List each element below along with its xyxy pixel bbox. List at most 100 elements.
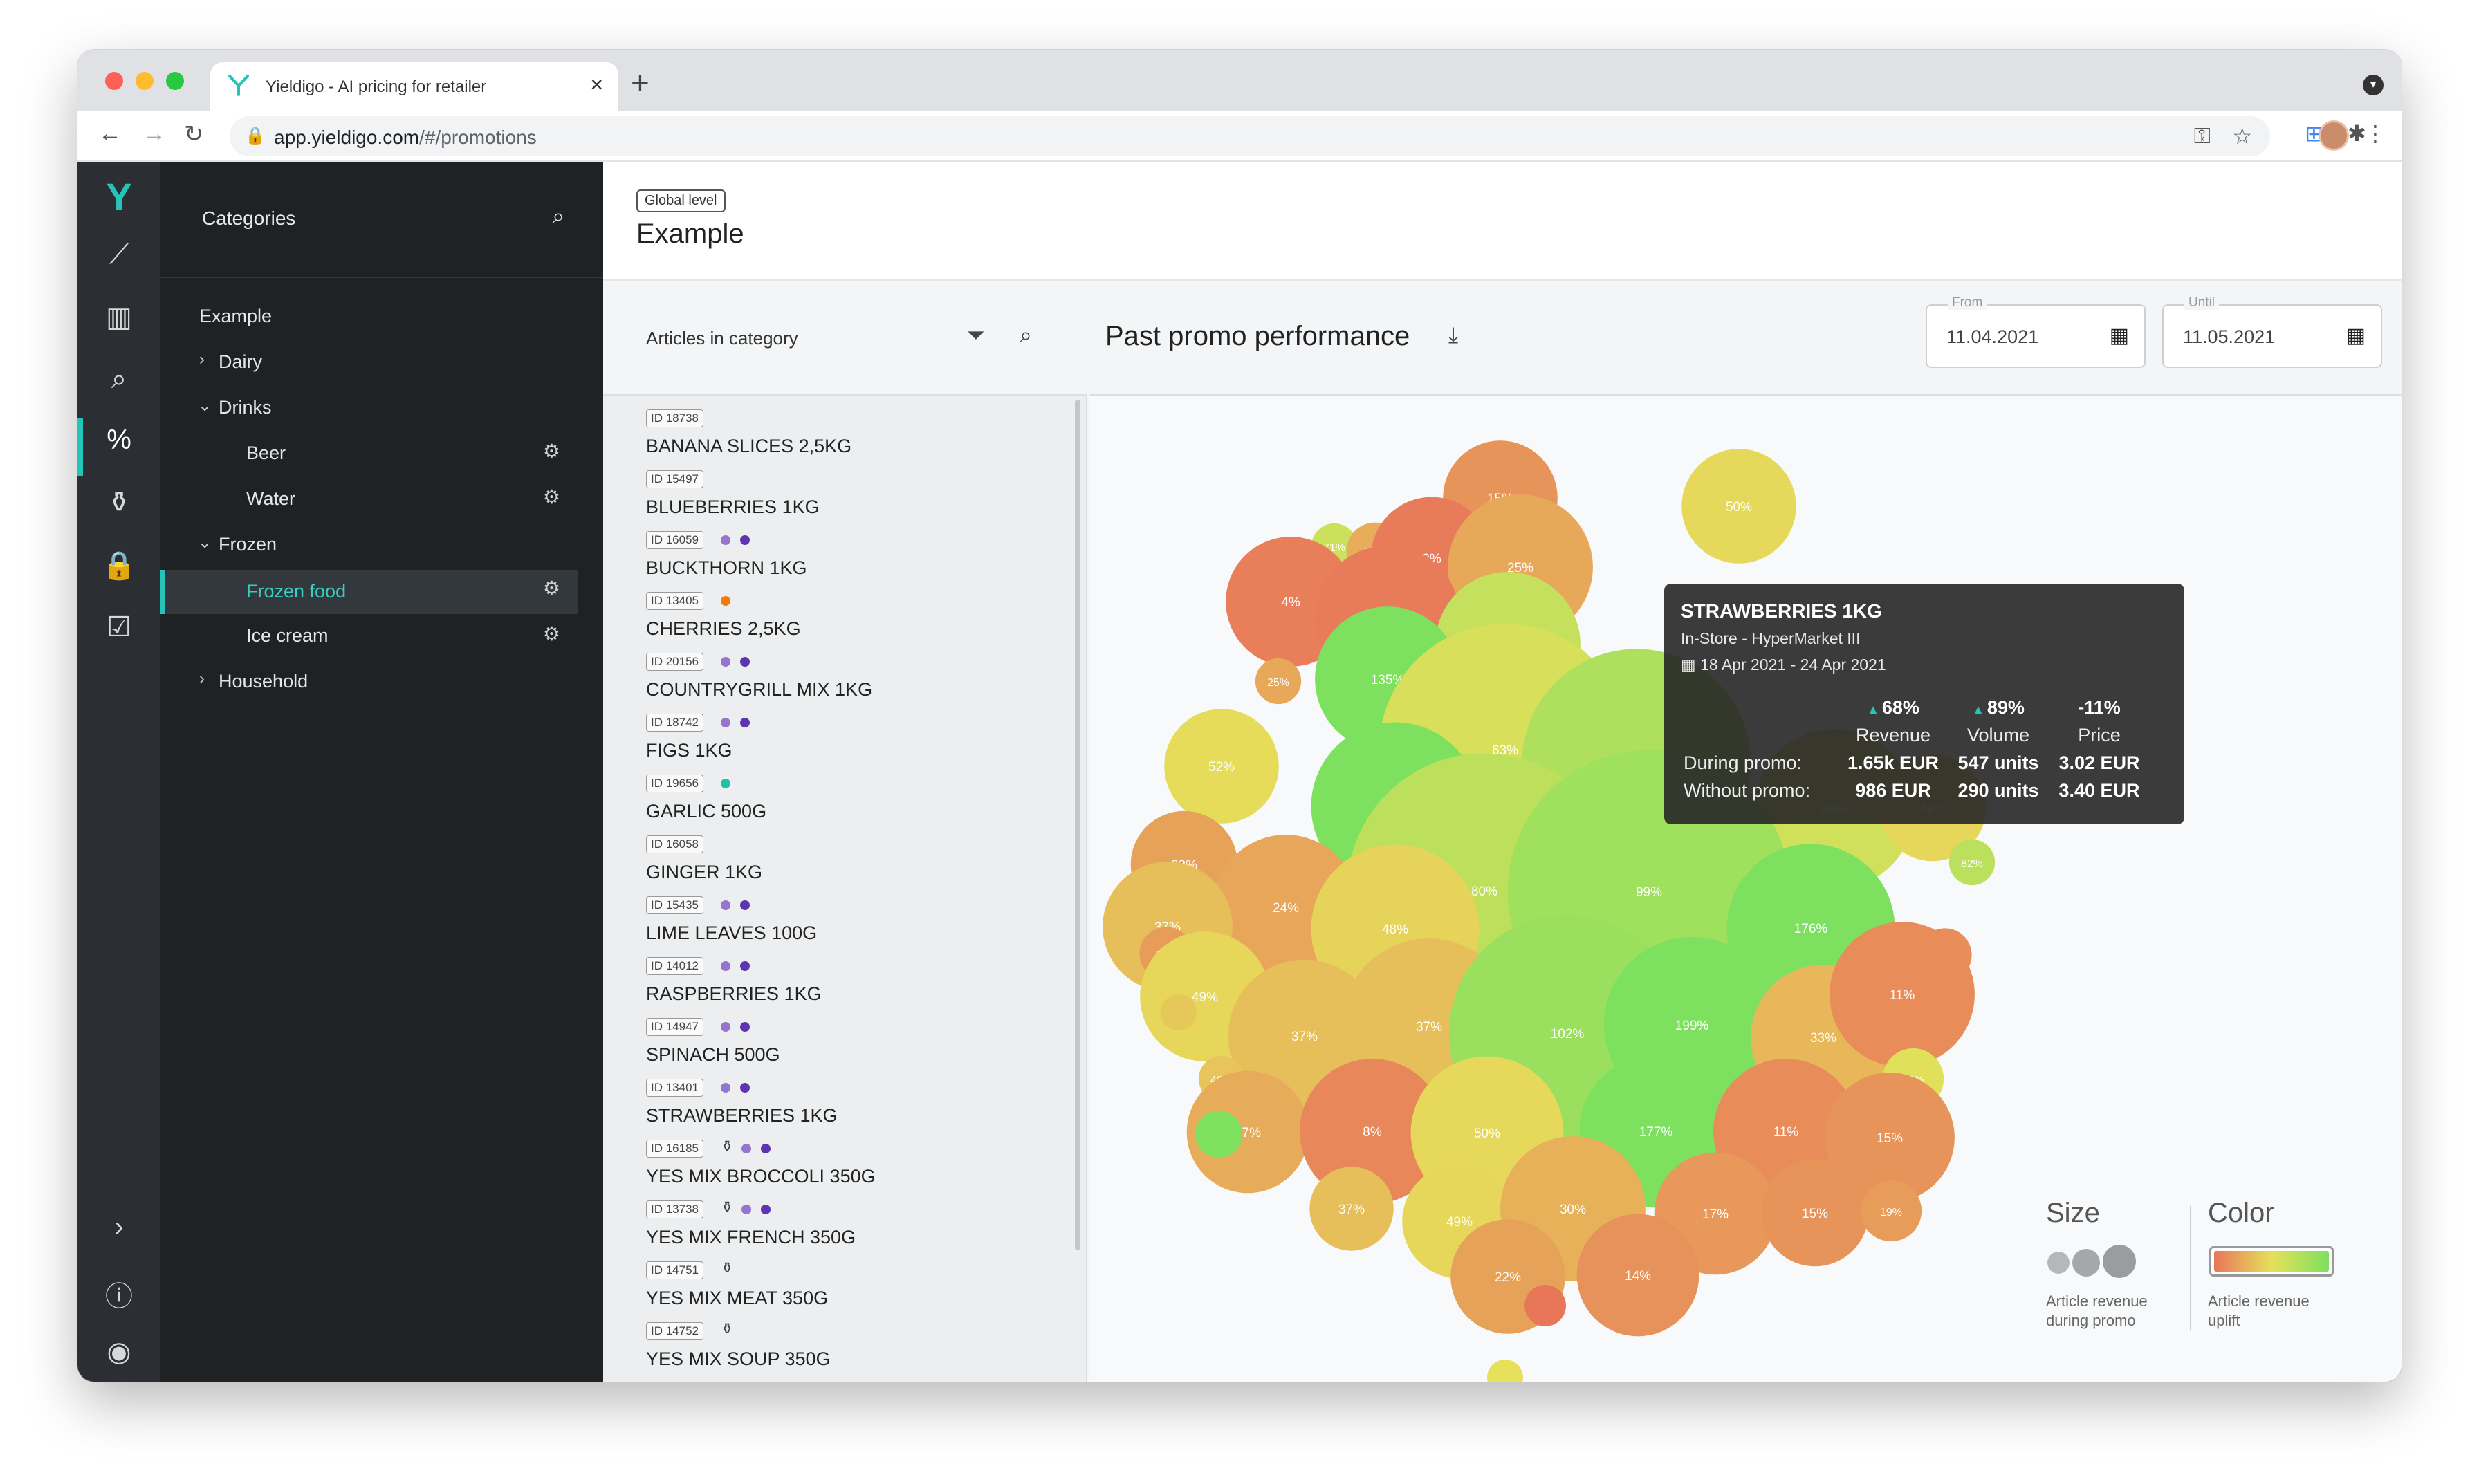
category-frozen[interactable]: Frozen: [219, 534, 277, 555]
category-ice-cream[interactable]: Ice cream: [246, 625, 329, 647]
marker-dot: [740, 1022, 750, 1032]
article-row[interactable]: ID 14751 ⚱ YES MIX MEAT 350G: [646, 1259, 1061, 1322]
from-date-field[interactable]: From 11.04.2021 ▦: [1926, 295, 2146, 368]
calendar-icon[interactable]: ▦: [2346, 324, 2366, 348]
report-search-icon[interactable]: ⌕: [77, 364, 160, 395]
bookmark-star-icon[interactable]: ☆: [2232, 123, 2252, 149]
level-badge: Global level: [636, 189, 726, 212]
bubble-label: 24%: [1273, 901, 1299, 916]
back-icon[interactable]: ←: [98, 120, 122, 147]
bubble[interactable]: 15%: [1761, 1159, 1869, 1267]
category-beer[interactable]: Beer: [246, 443, 286, 464]
article-row[interactable]: ID 19656 GARLIC 500G: [646, 775, 1061, 835]
category-water[interactable]: Water: [246, 488, 295, 510]
article-row[interactable]: ID 16059 BUCKTHORN 1KG: [646, 531, 1061, 592]
article-row[interactable]: ID 20156 COUNTRYGRILL MIX 1KG: [646, 653, 1061, 714]
clipboard-check-icon[interactable]: ☑: [77, 611, 160, 643]
account-icon[interactable]: ◉: [77, 1336, 160, 1368]
key-icon[interactable]: ⚿: [2194, 123, 2211, 149]
promo-percent-icon[interactable]: %: [77, 425, 160, 456]
bubble[interactable]: 25%: [1255, 658, 1302, 705]
article-row[interactable]: ID 13738 ⚱ YES MIX FRENCH 350G: [646, 1198, 1061, 1261]
article-row[interactable]: ID 14012 RASPBERRIES 1KG: [646, 957, 1061, 1018]
article-row[interactable]: ID 13401 STRAWBERRIES 1KG: [646, 1079, 1061, 1140]
bubble-label: 48%: [1382, 922, 1408, 937]
bubble-circle[interactable]: [1524, 1285, 1566, 1326]
article-row[interactable]: ID 15435 LIME LEAVES 100G: [646, 896, 1061, 957]
bubble[interactable]: 14%: [1576, 1214, 1699, 1337]
products-icon[interactable]: ⚱: [77, 487, 160, 519]
bubble-circle[interactable]: [1195, 1111, 1242, 1158]
download-icon[interactable]: ⤓: [1448, 322, 1458, 349]
chevron-down-icon[interactable]: ⌄: [198, 532, 212, 553]
bubble[interactable]: 19%: [1860, 1180, 1922, 1242]
search-icon[interactable]: ⌕: [552, 203, 564, 230]
search-icon[interactable]: ⌕: [1020, 322, 1032, 349]
chevron-right-icon[interactable]: ›: [199, 669, 205, 689]
extensions-icon[interactable]: ✱: [2348, 120, 2366, 147]
article-row[interactable]: ID 16058 GINGER 1KG: [646, 835, 1061, 896]
browser-tab[interactable]: Yieldigo - AI pricing for retailer ×: [210, 62, 618, 111]
articles-scrollbar[interactable]: [1075, 400, 1080, 1250]
article-name: GINGER 1KG: [646, 862, 763, 882]
article-name: BLUEBERRIES 1KG: [646, 497, 820, 517]
filter-icon[interactable]: ⏷: [967, 322, 985, 349]
category-household[interactable]: Household: [219, 671, 308, 692]
tab-search-icon[interactable]: ▾: [2363, 75, 2384, 95]
article-row[interactable]: ID 16185 ⚱ YES MIX BROCCOLI 350G: [646, 1138, 1061, 1200]
reload-icon[interactable]: ↻: [184, 120, 204, 148]
maximize-window-dot[interactable]: [166, 72, 184, 90]
legend-separator: [2190, 1206, 2191, 1330]
bubble-circle[interactable]: [1161, 994, 1197, 1030]
menu-icon[interactable]: ⋮: [2364, 120, 2386, 147]
tooltip-article: STRAWBERRIES 1KG: [1681, 600, 1882, 622]
info-icon[interactable]: ⓘ: [77, 1274, 160, 1314]
article-row[interactable]: ID 18742 FIGS 1KG: [646, 714, 1061, 775]
bubble-circle[interactable]: [1487, 1360, 1523, 1382]
new-tab-icon[interactable]: +: [631, 64, 649, 101]
categories-header: Categories ⌕: [160, 162, 603, 278]
marker-dot: [721, 718, 730, 727]
article-name: YES MIX MEAT 350G: [646, 1288, 829, 1308]
article-row[interactable]: ID 13405 CHERRIES 2,5KG: [646, 592, 1061, 653]
page-title: Example: [636, 219, 744, 249]
url-field[interactable]: 🔒 app.yieldigo.com/#/promotions ⚿ ☆: [230, 116, 2270, 156]
bubble[interactable]: 52%: [1164, 709, 1279, 824]
category-frozen-food[interactable]: Frozen food: [160, 570, 578, 614]
until-date-field[interactable]: Until 11.05.2021 ▦: [2162, 295, 2382, 368]
bubble[interactable]: 50%: [1681, 449, 1796, 564]
minimize-window-dot[interactable]: [136, 72, 154, 90]
gear-icon[interactable]: ⚙: [543, 622, 560, 645]
gear-icon[interactable]: ⚙: [543, 440, 560, 463]
calendar-icon[interactable]: ▦: [2110, 324, 2129, 348]
browser-window: Yieldigo - AI pricing for retailer × + ▾…: [77, 50, 2402, 1382]
analytics-icon[interactable]: ⟋: [77, 239, 160, 270]
article-row[interactable]: ID 14752 ⚱ YES MIX SOUP 350G: [646, 1320, 1061, 1382]
profile-avatar[interactable]: [2319, 120, 2349, 151]
category-root[interactable]: Example: [199, 306, 272, 327]
chevron-right-icon[interactable]: ›: [199, 350, 205, 369]
bottles-icon: ⚱: [721, 1198, 734, 1216]
bubble-label: 49%: [1192, 990, 1218, 1005]
forward-icon[interactable]: →: [142, 120, 166, 147]
columns-icon[interactable]: ▥: [77, 302, 160, 333]
gear-icon[interactable]: ⚙: [543, 485, 560, 508]
nav-rail: Y ⟋ ▥ ⌕ % ⚱ 🔒 ☑ › ⓘ ◉: [77, 162, 160, 1382]
bubble-label: 17%: [1702, 1207, 1729, 1222]
bubble[interactable]: 37%: [1309, 1167, 1394, 1251]
article-row[interactable]: ID 18738 BANANA SLICES 2,5KG: [646, 409, 1061, 470]
expand-chevron-icon[interactable]: ›: [77, 1212, 160, 1243]
article-row[interactable]: ID 15497 BLUEBERRIES 1KG: [646, 470, 1061, 531]
tab-close-icon[interactable]: ×: [590, 72, 603, 98]
bubble[interactable]: 82%: [1948, 839, 1996, 886]
yieldigo-logo-icon[interactable]: Y: [77, 174, 160, 219]
article-row[interactable]: ID 14947 SPINACH 500G: [646, 1018, 1061, 1079]
category-dairy[interactable]: Dairy: [219, 351, 262, 373]
bubble[interactable]: 11%: [1830, 922, 1975, 1067]
category-drinks[interactable]: Drinks: [219, 397, 272, 418]
chevron-down-icon[interactable]: ⌄: [198, 396, 212, 416]
gear-icon[interactable]: ⚙: [543, 577, 560, 600]
bubble-label: 80%: [1471, 884, 1497, 899]
lock-icon[interactable]: 🔒: [77, 549, 160, 582]
close-window-dot[interactable]: [105, 72, 123, 90]
